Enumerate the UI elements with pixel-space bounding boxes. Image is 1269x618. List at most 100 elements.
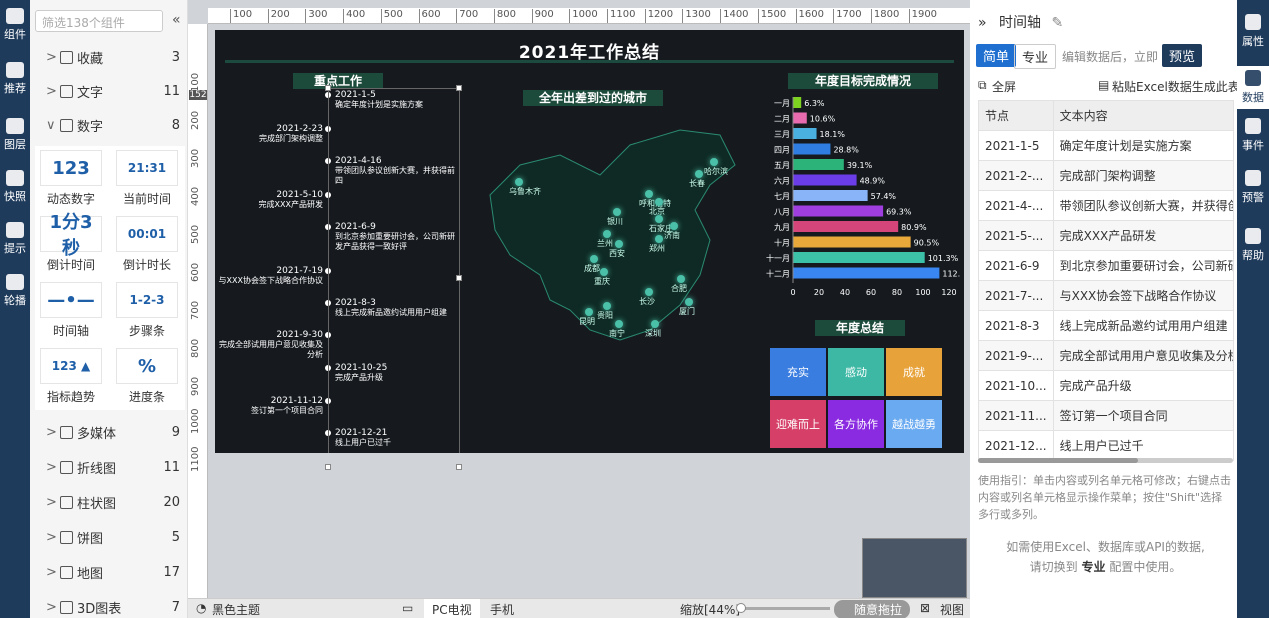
left-nav-item[interactable]: 推荐 [0,62,30,96]
city-marker [670,222,678,230]
ruler-tick: 1400 [720,9,749,23]
cell-text[interactable]: 签订第一个项目合同 [1052,400,1234,431]
city-label: 西安 [609,249,625,258]
chevron-right-icon: > [46,459,57,475]
left-nav-item[interactable]: 提示 [0,222,30,256]
left-nav-item[interactable]: 图层 [0,118,30,152]
data-table[interactable]: 节点 文本内容 2021-1-5 确定年度计划是实施方案 2021-2-... 完成部… [978,100,1234,461]
category-item[interactable]: > 折线图 11 [30,450,187,484]
selection-handle[interactable] [456,275,462,281]
right-tab[interactable]: 事件 [1237,118,1269,153]
right-tab[interactable]: 数据 [1237,66,1269,109]
selection-handle[interactable] [456,85,462,91]
cell-text[interactable]: 确定年度计划是实施方案 [1052,130,1234,161]
component-tile[interactable]: % 进度条 [111,344,183,406]
tab-pc[interactable]: PC电视 [424,599,480,618]
cell-node[interactable]: 2021-10... [978,370,1054,401]
dashboard-screen[interactable]: 2021年工作总结 重点工作 全年出差到过的城市 年度目标完成情况 年度总结 2… [215,30,964,453]
tab-simple[interactable]: 简单 [976,44,1017,67]
table-row[interactable]: 2021-1-5 确定年度计划是实施方案 [978,130,1234,161]
table-row[interactable]: 2021-6-9 到北京参加重要研讨会，公司新研发 [978,250,1234,281]
fullscreen-button[interactable]: 全屏 [992,78,1016,95]
category-item[interactable]: > 收藏 3 [30,40,187,74]
cell-node[interactable]: 2021-6-9 [978,250,1054,281]
expand-icon[interactable]: » [978,15,987,31]
selection-handle[interactable] [325,464,331,470]
theme-icon[interactable]: ◔ [196,601,206,615]
table-row[interactable]: 2021-9-... 完成全部试用用户意见收集及分析 [978,340,1234,371]
right-tab[interactable]: 预警 [1237,170,1269,205]
table-header[interactable]: 节点 文本内容 [978,100,1234,131]
category-item[interactable]: >3D图表 7 [30,590,187,618]
edit-icon[interactable]: ✎ [1051,15,1063,31]
right-tab[interactable]: 帮助 [1237,228,1269,263]
cell-text[interactable]: 完成XXX产品研发 [1052,220,1234,251]
cell-node[interactable]: 2021-7-... [978,280,1054,311]
cell-node[interactable]: 2021-4-... [978,190,1054,221]
cell-text[interactable]: 带领团队参议创新大赛，并获得创新 [1052,190,1234,221]
view-label[interactable]: 视图 [940,601,964,618]
selection-handle[interactable] [456,464,462,470]
table-row[interactable]: 2021-5-... 完成XXX产品研发 [978,220,1234,251]
table-row[interactable]: 2021-11... 签订第一个项目合同 [978,400,1234,431]
table-row[interactable]: 2021-8-3 线上完成新品邀约试用用户组建 [978,310,1234,341]
cell-text[interactable]: 完成产品升级 [1052,370,1234,401]
cell-node[interactable]: 2021-2-... [978,160,1054,191]
table-scrollbar[interactable] [978,458,1233,463]
table-row[interactable]: 2021-12... 线上用户已过千 [978,430,1234,461]
cell-text[interactable]: 线上用户已过千 [1052,430,1234,461]
cell-node[interactable]: 2021-9-... [978,340,1054,371]
cell-node[interactable]: 2021-1-5 [978,130,1054,161]
component-tile[interactable]: 123 动态数字 [35,146,107,208]
category-item[interactable]: > 地图 17 [30,555,187,589]
column-node[interactable]: 节点 [978,100,1054,131]
component-tile[interactable]: —•— 时间轴 [35,278,107,340]
component-tile[interactable]: 1分3秒 倒计时间 [35,212,107,274]
city-label: 哈尔滨 [704,167,728,176]
cell-text[interactable]: 线上完成新品邀约试用用户组建 [1052,310,1234,341]
table-row[interactable]: 2021-10... 完成产品升级 [978,370,1234,401]
component-tile[interactable]: 00:01 倒计时长 [111,212,183,274]
selection-handle[interactable] [325,85,331,91]
cell-text[interactable]: 到北京参加重要研讨会，公司新研发 [1052,250,1234,281]
category-item[interactable]: > 饼图 5 [30,520,187,554]
left-nav-item[interactable]: 快照 [0,170,30,204]
collapse-icon[interactable]: « [172,12,181,28]
summary-box: 成就 [886,348,942,396]
drag-toggle[interactable]: 随意拖拉 [834,600,911,618]
table-row[interactable]: 2021-2-... 完成部门架构调整 [978,160,1234,191]
table-row[interactable]: 2021-7-... 与XXX协会签下战略合作协议 [978,280,1234,311]
category-item[interactable]: ∨ 数字 8 [30,108,187,142]
tab-phone[interactable]: 手机 [490,601,514,618]
category-item[interactable]: > 柱状图 20 [30,485,187,519]
component-tile[interactable]: 21:31 当前时间 [111,146,183,208]
column-text[interactable]: 文本内容 [1052,100,1234,131]
table-row[interactable]: 2021-4-... 带领团队参议创新大赛，并获得创新 [978,190,1234,221]
component-tile[interactable]: 1-2-3 步骤条 [111,278,183,340]
tab-pro[interactable]: 专业 [1014,44,1057,69]
category-item[interactable]: > 多媒体 9 [30,415,187,449]
cell-node[interactable]: 2021-11... [978,400,1054,431]
x-tick-label: 100 [915,288,930,297]
minimap[interactable] [862,538,967,598]
component-tile[interactable]: 123 ▲ 指标趋势 [35,344,107,406]
left-nav-item[interactable]: 组件 [0,8,30,42]
zoom-slider[interactable] [736,603,830,613]
cell-text[interactable]: 完成全部试用用户意见收集及分析 [1052,340,1234,371]
left-nav-item[interactable]: 轮播 [0,274,30,308]
cell-text[interactable]: 完成部门架构调整 [1052,160,1234,191]
cell-node[interactable]: 2021-12... [978,430,1054,461]
city-marker [590,255,598,263]
category-item[interactable]: > 文字 11 [30,74,187,108]
search-input[interactable]: 筛选138个组件 [35,10,163,32]
fullscreen-icon[interactable]: ⧉ [978,78,987,93]
component-tile-icon: % [116,348,178,384]
theme-label[interactable]: 黑色主题 [212,601,260,618]
cell-node[interactable]: 2021-5-... [978,220,1054,251]
cell-text[interactable]: 与XXX协会签下战略合作协议 [1052,280,1234,311]
paste-excel-button[interactable]: 粘贴Excel数据生成此表 [1112,78,1240,95]
cell-node[interactable]: 2021-8-3 [978,310,1054,341]
preview-button[interactable]: 预览 [1162,44,1203,67]
view-icon[interactable]: ⊠ [920,601,930,615]
right-tab[interactable]: 属性 [1237,14,1269,49]
